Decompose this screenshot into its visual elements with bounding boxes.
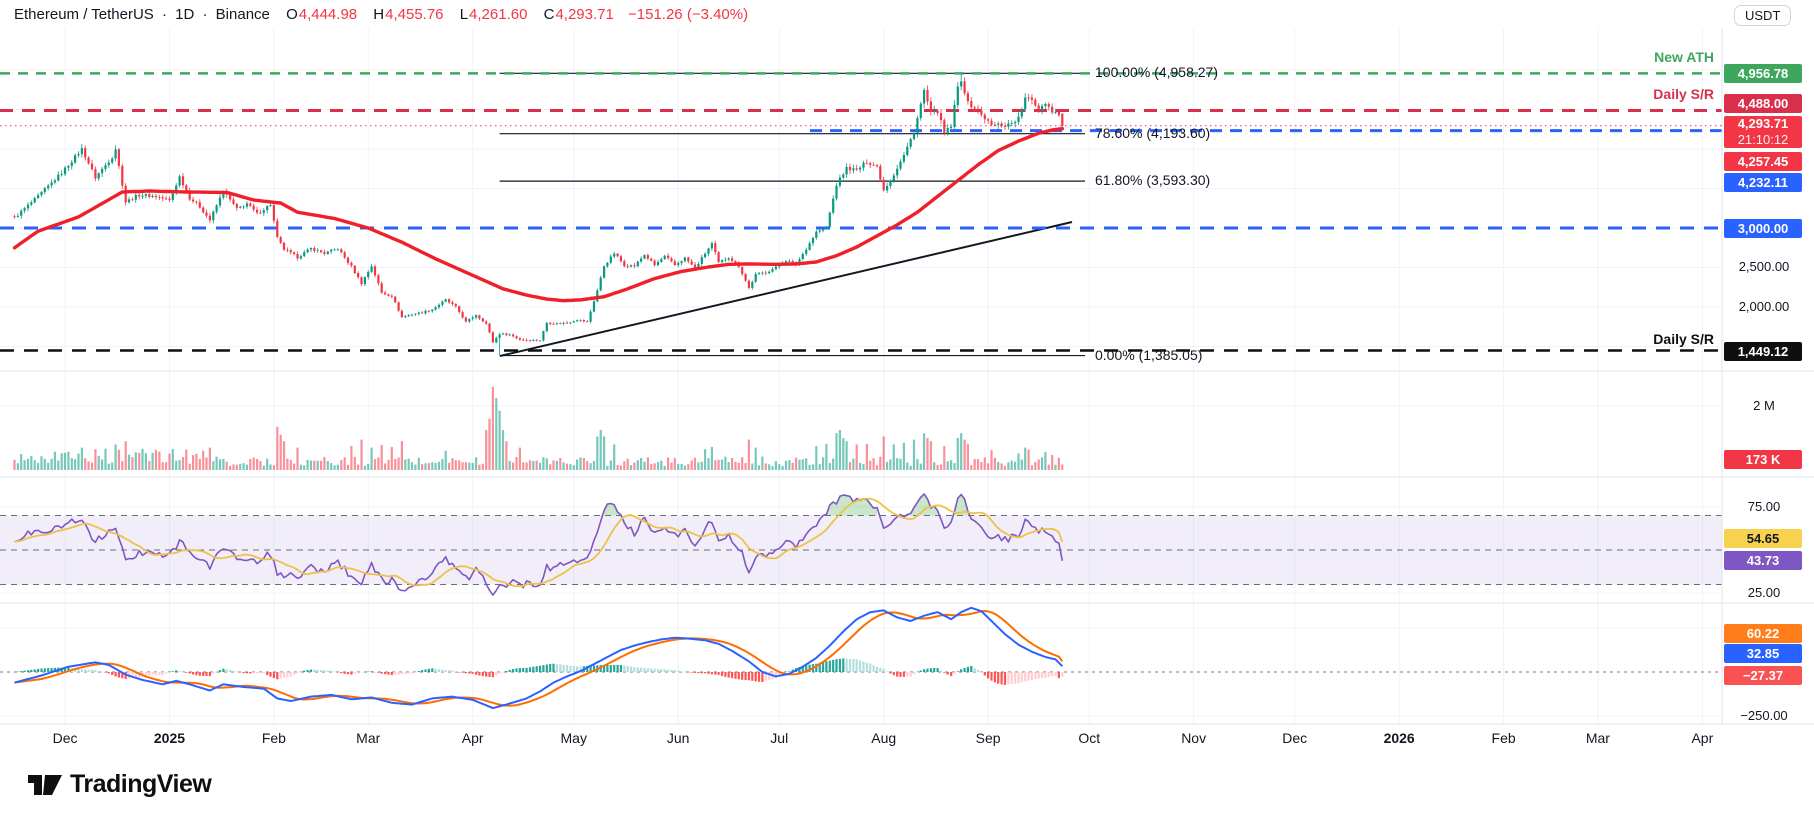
time-axis-label-2026-13[interactable]: 2026 (1384, 730, 1415, 746)
open-value: 4,444.98 (299, 6, 357, 23)
daily-sr-top-label: Daily S/R (1653, 86, 1714, 102)
price-badge-new-ath: 4,956.78 (1724, 64, 1802, 83)
low-label: L (460, 6, 468, 23)
volume-axis-label-2m[interactable]: 2 M (1724, 398, 1804, 414)
last-price-value: 4,293.71 (1724, 116, 1802, 132)
tradingview-chart-window: Ethereum / TetherUS · 1D · Binance O4,44… (0, 0, 1814, 827)
price-badge-daily-sr-top: 4,488.00 (1724, 94, 1802, 113)
separator-dot: · (162, 6, 167, 23)
time-axis-label-mar-15[interactable]: Mar (1586, 730, 1610, 746)
macd-signal-badge: 60.22 (1724, 624, 1802, 643)
price-badge-blue-upper: 4,232.11 (1724, 173, 1802, 192)
price-axis-label-2500[interactable]: 2,500.00 (1724, 259, 1804, 275)
interval-label[interactable]: 1D (175, 6, 194, 23)
time-axis-label-nov-11[interactable]: Nov (1181, 730, 1206, 746)
rsi-ma-badge: 54.65 (1724, 529, 1802, 548)
time-axis-label-jun-6[interactable]: Jun (667, 730, 690, 746)
time-axis-label-feb-2[interactable]: Feb (262, 730, 286, 746)
exchange-label: Binance (216, 6, 270, 23)
open-label: O (286, 6, 298, 23)
last-price-badge: 4,293.71 21:10:12 (1724, 116, 1802, 148)
macd-hist-badge: −27.37 (1724, 666, 1802, 685)
tradingview-logo[interactable]: TradingView (28, 770, 211, 799)
time-axis-label-aug-8[interactable]: Aug (871, 730, 896, 746)
close-value: 4,293.71 (555, 6, 613, 23)
macd-value-badge: 32.85 (1724, 644, 1802, 663)
currency-unit-button[interactable]: USDT (1734, 5, 1791, 26)
separator-dot: · (203, 6, 208, 23)
symbol-title[interactable]: Ethereum / TetherUS (14, 6, 154, 23)
close-label: C (544, 6, 555, 23)
bar-close-countdown: 21:10:12 (1724, 132, 1802, 148)
macd-axis-label-neg250[interactable]: −250.00 (1724, 708, 1804, 724)
chart-canvas[interactable] (0, 0, 1814, 827)
fib-label-3: 0.00% (1,385.05) (1095, 347, 1202, 363)
price-badge-daily-sr-bottom: 1,449.12 (1724, 342, 1802, 361)
high-value: 4,455.76 (385, 6, 443, 23)
time-axis-label-mar-3[interactable]: Mar (356, 730, 380, 746)
time-axis-label-apr-4[interactable]: Apr (462, 730, 484, 746)
change-value: −151.26 (−3.40%) (628, 6, 748, 23)
new-ath-label: New ATH (1654, 49, 1714, 65)
time-axis-label-jul-7[interactable]: Jul (770, 730, 788, 746)
time-axis-label-apr-16[interactable]: Apr (1691, 730, 1713, 746)
time-axis-label-oct-10[interactable]: Oct (1078, 730, 1100, 746)
fib-label-1: 78.60% (4,193.60) (1095, 125, 1210, 141)
time-axis-label-feb-14[interactable]: Feb (1492, 730, 1516, 746)
time-axis-label-2025-1[interactable]: 2025 (154, 730, 185, 746)
low-value: 4,261.60 (469, 6, 527, 23)
volume-badge: 173 K (1724, 450, 1802, 469)
rsi-value-badge: 43.73 (1724, 551, 1802, 570)
fib-label-2: 61.80% (3,593.30) (1095, 172, 1210, 188)
tradingview-logo-text: TradingView (70, 770, 211, 799)
price-axis-label-2000[interactable]: 2,000.00 (1724, 299, 1804, 315)
time-axis-label-dec-0[interactable]: Dec (53, 730, 78, 746)
price-badge-blue-3000: 3,000.00 (1724, 219, 1802, 238)
time-axis-label-dec-12[interactable]: Dec (1282, 730, 1307, 746)
time-axis-label-may-5[interactable]: May (561, 730, 587, 746)
price-badge-ma: 4,257.45 (1724, 152, 1802, 171)
tradingview-logo-mark (28, 771, 62, 799)
rsi-axis-label-75[interactable]: 75.00 (1724, 499, 1804, 515)
daily-sr-bottom-label: Daily S/R (1653, 331, 1714, 347)
high-label: H (373, 6, 384, 23)
time-axis-label-sep-9[interactable]: Sep (976, 730, 1001, 746)
fib-label-0: 100.00% (4,958.27) (1095, 64, 1218, 80)
symbol-header[interactable]: Ethereum / TetherUS · 1D · Binance O4,44… (14, 6, 752, 23)
rsi-axis-label-25[interactable]: 25.00 (1724, 585, 1804, 601)
